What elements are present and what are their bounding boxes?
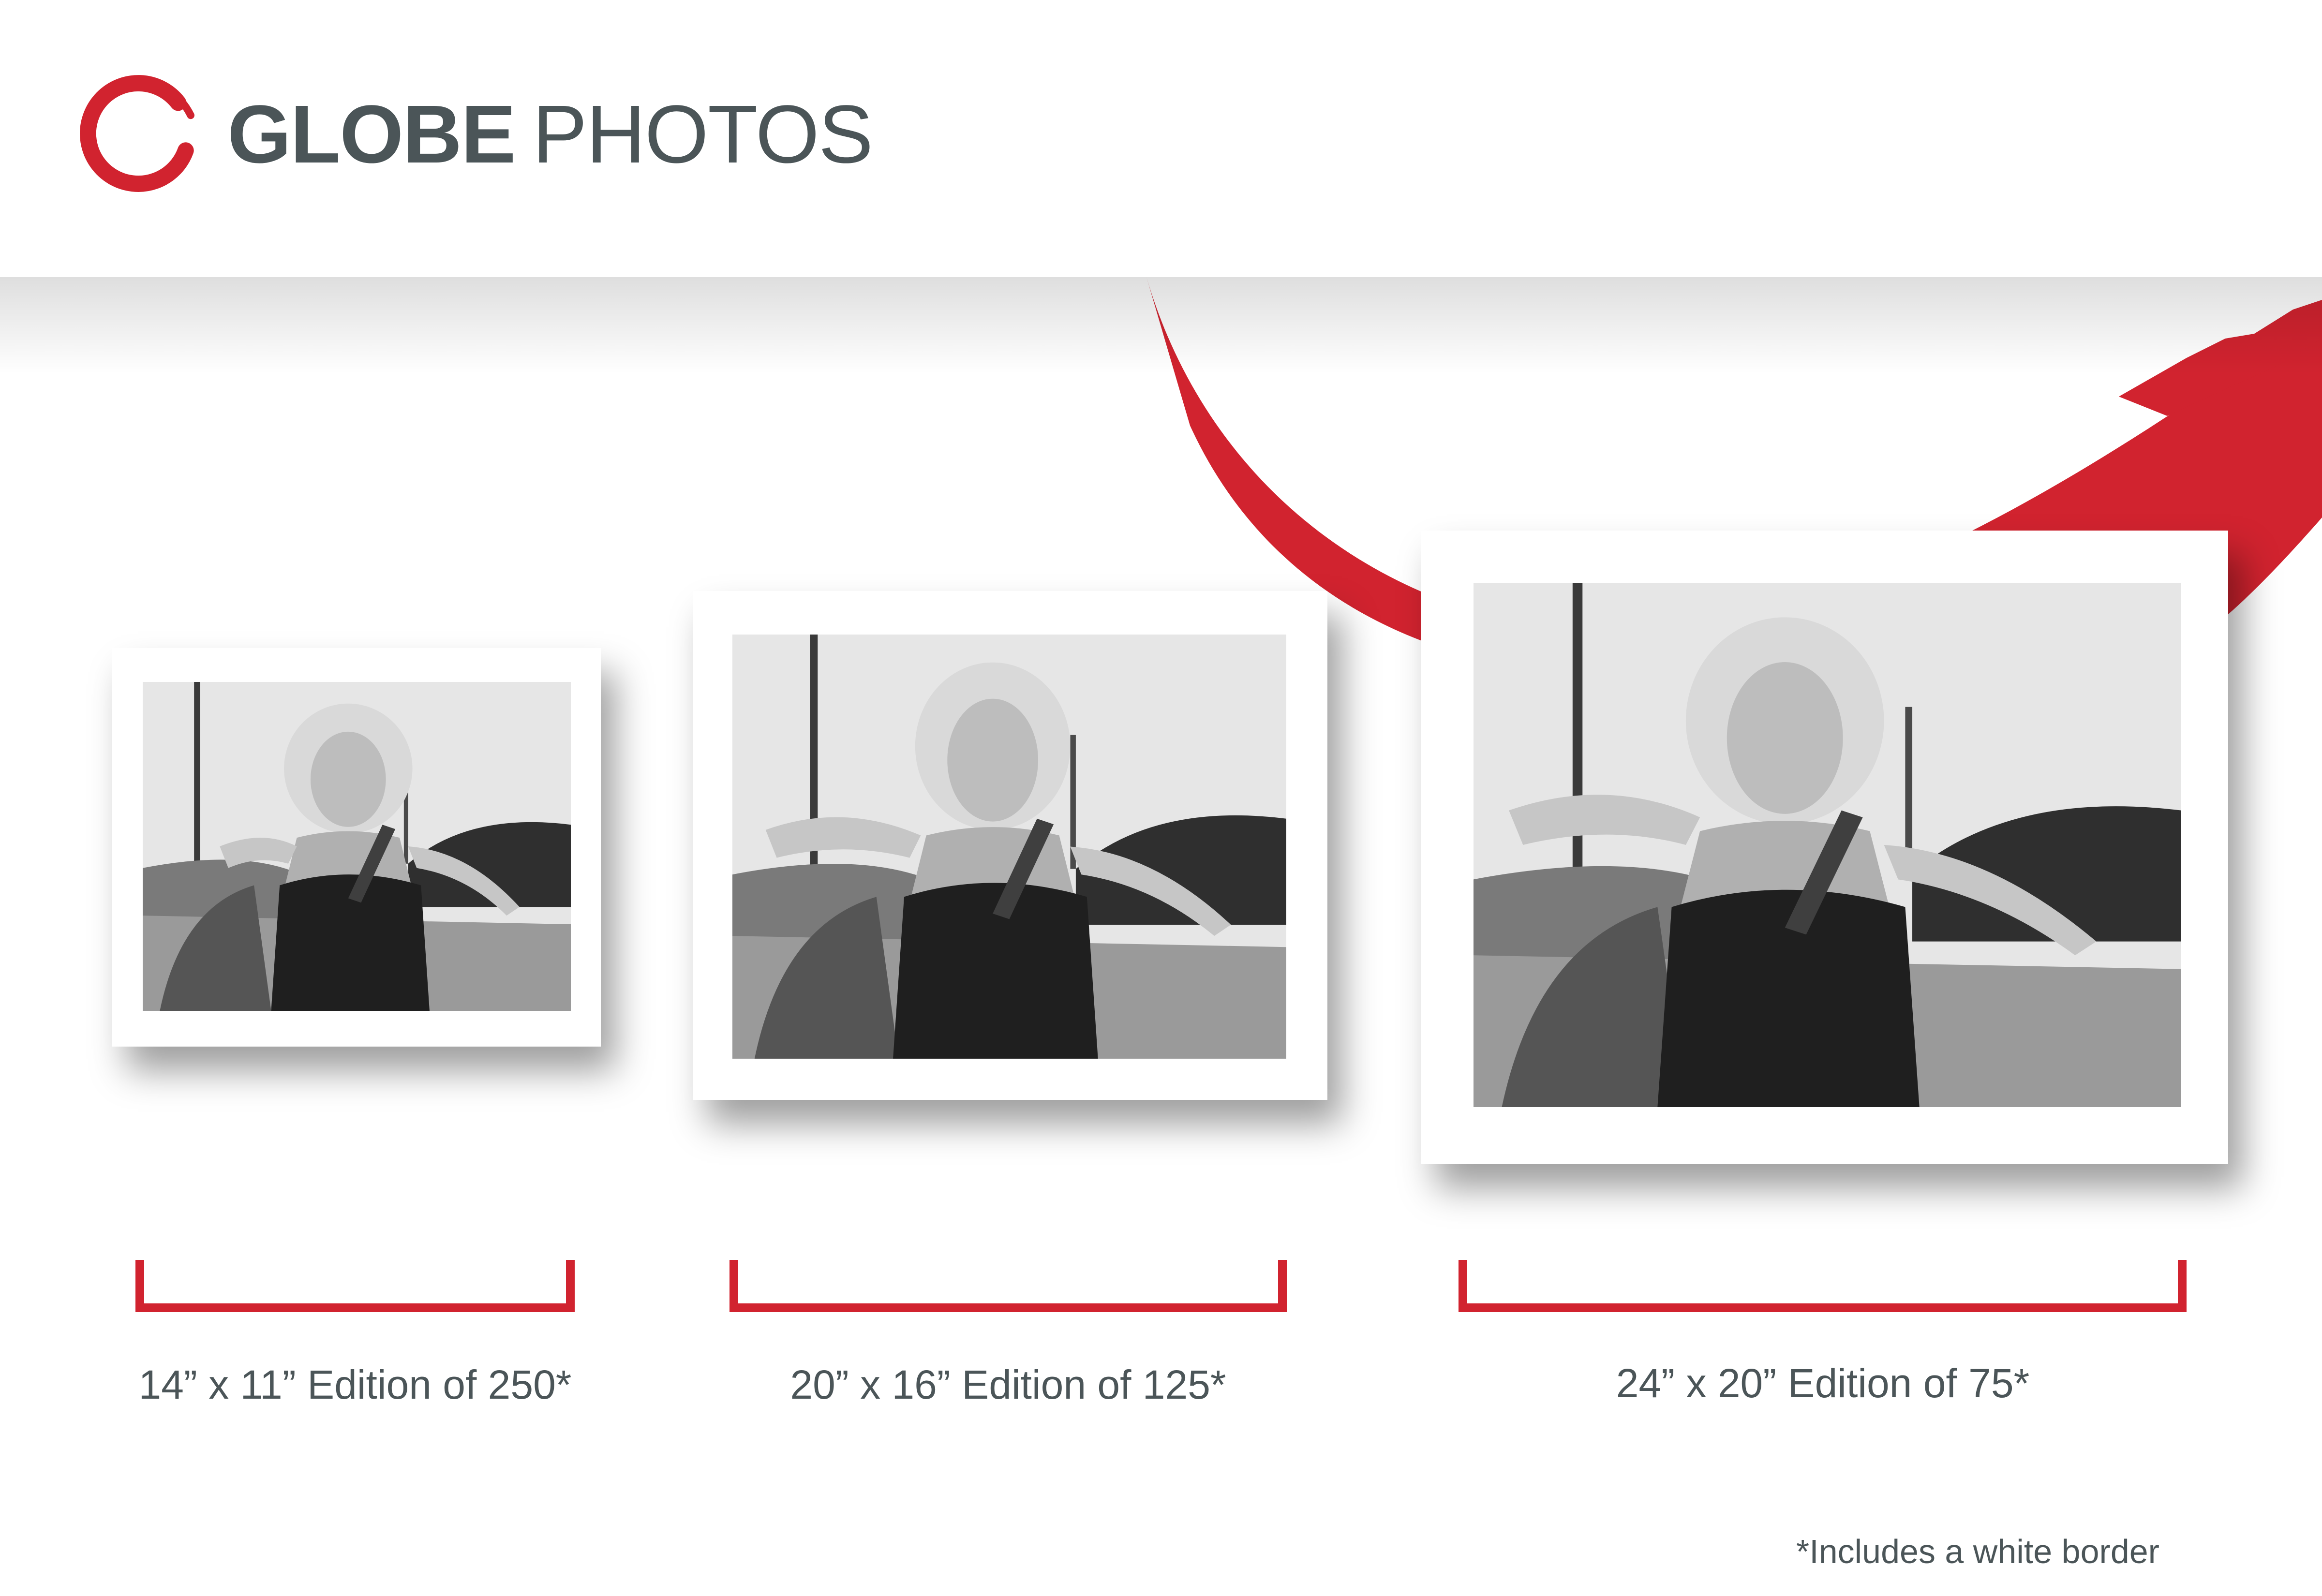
portrait-photo-image — [1474, 583, 2181, 1107]
brand-name-bold: GLOBE — [227, 89, 516, 180]
header: GLOBE PHOTOS — [0, 0, 2322, 277]
size-bracket-small — [135, 1260, 575, 1312]
photo-small — [143, 682, 571, 1011]
brand-wordmark: GLOBE PHOTOS — [227, 86, 873, 183]
header-shadow — [0, 277, 2322, 374]
footnote: *Includes a white border — [1796, 1533, 2159, 1570]
photo-medium — [732, 635, 1286, 1059]
print-large — [1421, 531, 2228, 1164]
edition-caption-medium: 20” x 16” Edition of 125* — [790, 1362, 1226, 1407]
photo-large — [1474, 583, 2181, 1107]
edition-caption-small: 14” x 11” Edition of 250* — [138, 1362, 572, 1407]
portrait-photo-image — [732, 635, 1286, 1059]
print-small — [112, 648, 601, 1047]
size-bracket-large — [1459, 1260, 2187, 1312]
print-medium — [693, 591, 1327, 1100]
portrait-photo-image — [143, 682, 571, 1011]
brush-circle-logo-icon — [80, 75, 195, 192]
edition-caption-large: 24” x 20” Edition of 75* — [1616, 1360, 2030, 1406]
brand-name-regular: PHOTOS — [532, 89, 873, 180]
size-bracket-medium — [729, 1260, 1287, 1312]
